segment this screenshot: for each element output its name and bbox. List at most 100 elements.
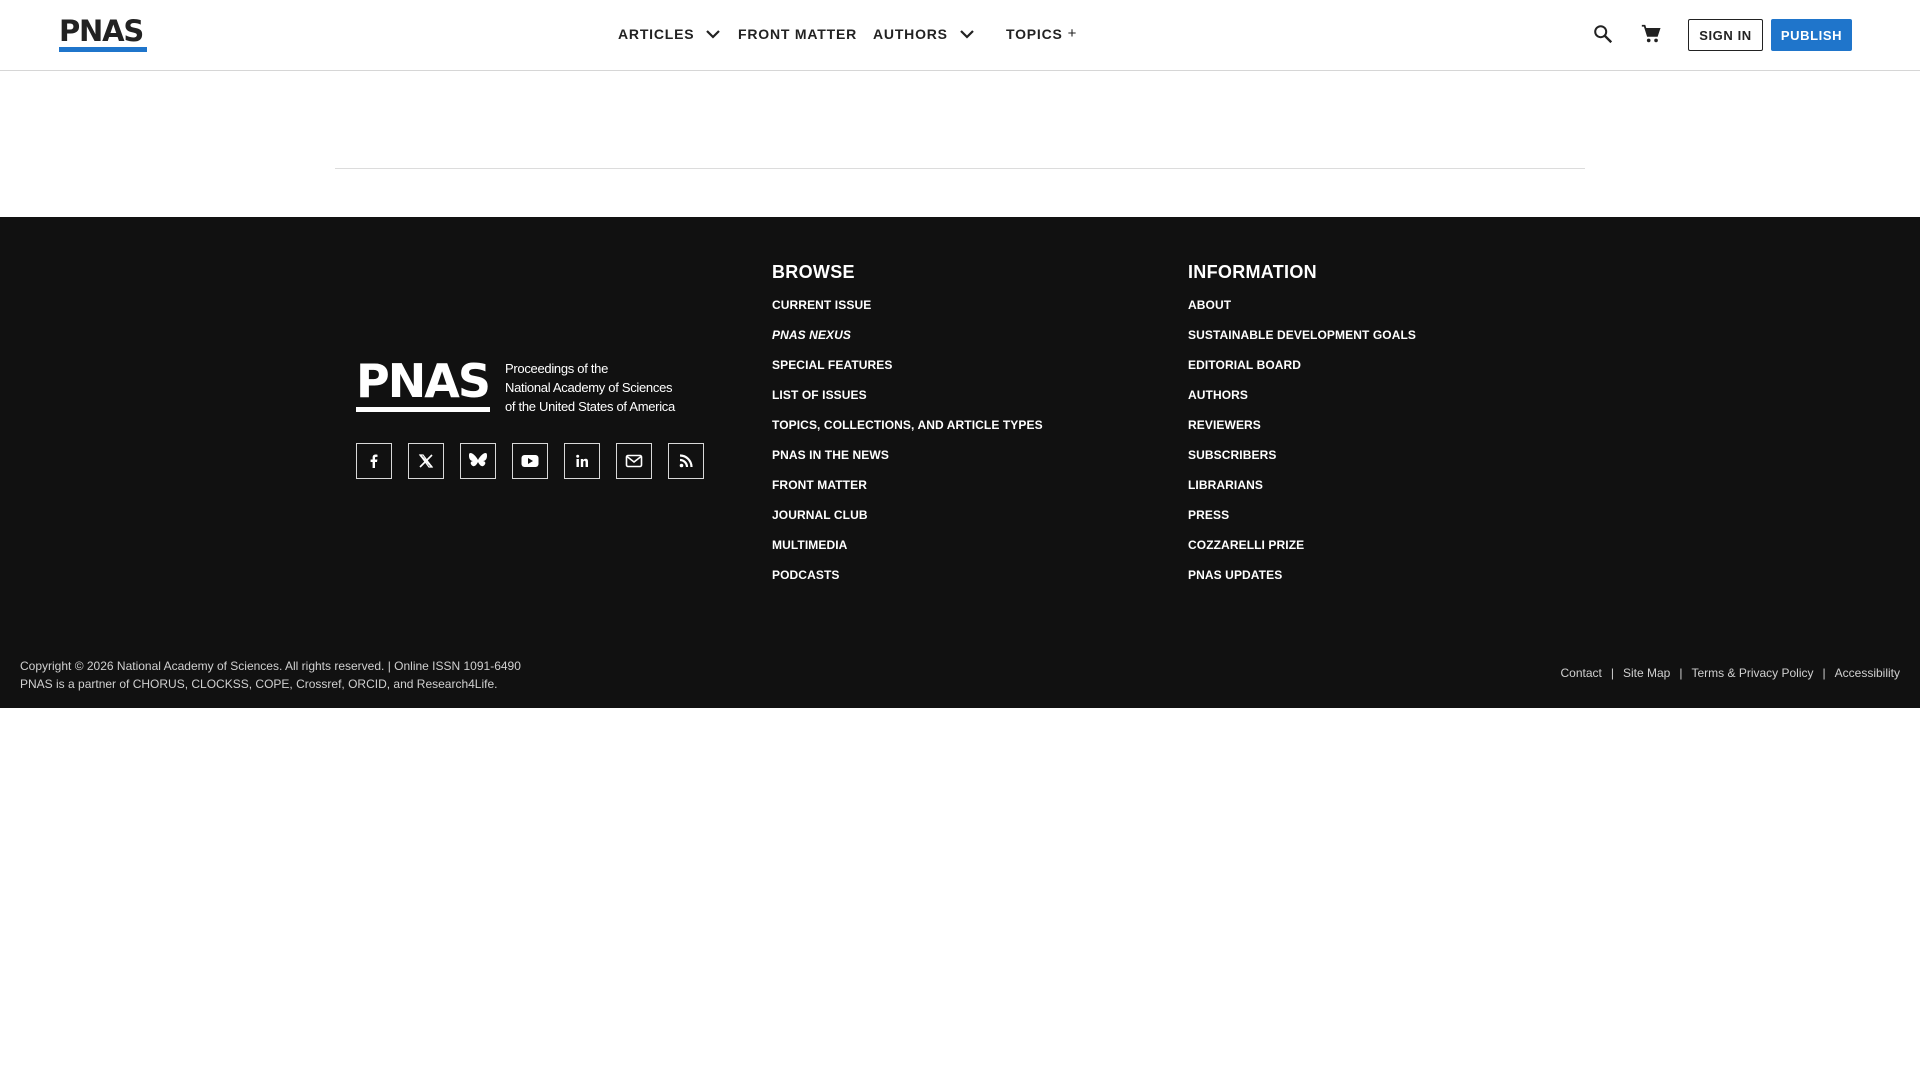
info-link-cozzarelli-prize[interactable]: COZZARELLI PRIZE bbox=[1188, 538, 1304, 552]
footer-logo-tagline: Proceedings of the National Academy of S… bbox=[505, 359, 675, 416]
browse-link-pnas-nexus[interactable]: PNAS NEXUS bbox=[772, 328, 851, 342]
list-item: SUBSCRIBERS bbox=[1188, 448, 1416, 462]
cart-button[interactable] bbox=[1639, 22, 1663, 46]
tagline-line: of the United States of America bbox=[505, 399, 675, 414]
information-column: INFORMATION ABOUT SUSTAINABLE DEVELOPMEN… bbox=[1188, 261, 1416, 598]
cart-icon bbox=[1641, 24, 1661, 43]
list-item: AUTHORS bbox=[1188, 388, 1416, 402]
list-item: PNAS IN THE NEWS bbox=[772, 448, 1043, 462]
bluesky-link[interactable] bbox=[460, 443, 496, 479]
info-link-about[interactable]: ABOUT bbox=[1188, 298, 1231, 312]
x-icon bbox=[418, 454, 434, 468]
information-heading: INFORMATION bbox=[1188, 262, 1317, 282]
youtube-icon bbox=[521, 455, 539, 467]
facebook-link[interactable] bbox=[356, 443, 392, 479]
list-item: PNAS UPDATES bbox=[1188, 568, 1416, 582]
youtube-link[interactable] bbox=[512, 443, 548, 479]
search-icon bbox=[1594, 25, 1613, 44]
list-item: PODCASTS bbox=[772, 568, 1043, 582]
browse-link-current-issue[interactable]: CURRENT ISSUE bbox=[772, 298, 871, 312]
site-header: PNAS ARTICLES FRONT MATTER AUTHORS TOPIC… bbox=[0, 0, 1920, 71]
facebook-icon bbox=[370, 454, 378, 468]
nav-topics-label: TOPICS bbox=[1006, 26, 1063, 42]
rss-icon bbox=[679, 454, 693, 468]
publish-button[interactable]: PUBLISH bbox=[1771, 19, 1852, 51]
legal-links: Contact | Site Map | Terms & Privacy Pol… bbox=[1561, 666, 1900, 680]
nav-front-matter-label: FRONT MATTER bbox=[738, 26, 857, 42]
link-separator: | bbox=[1679, 666, 1683, 680]
nav-authors[interactable]: AUTHORS bbox=[873, 24, 975, 44]
chevron-down-icon bbox=[960, 30, 974, 39]
terms-privacy-link[interactable]: Terms & Privacy Policy bbox=[1691, 666, 1813, 680]
list-item: PRESS bbox=[1188, 508, 1416, 522]
information-links: ABOUT SUSTAINABLE DEVELOPMENT GOALS EDIT… bbox=[1188, 298, 1416, 582]
email-link[interactable] bbox=[616, 443, 652, 479]
info-link-pnas-updates[interactable]: PNAS UPDATES bbox=[1188, 568, 1282, 582]
info-link-librarians[interactable]: LIBRARIANS bbox=[1188, 478, 1263, 492]
nav-topics[interactable]: TOPICS + bbox=[1006, 24, 1077, 44]
list-item: TOPICS, COLLECTIONS, AND ARTICLE TYPES bbox=[772, 418, 1043, 432]
sign-in-button[interactable]: SIGN IN bbox=[1688, 19, 1763, 51]
partners-text: PNAS is a partner of CHORUS, CLOCKSS, CO… bbox=[20, 677, 498, 691]
email-icon bbox=[625, 454, 643, 468]
tagline-line: Proceedings of the bbox=[505, 361, 609, 376]
browse-column: BROWSE CURRENT ISSUE PNAS NEXUS SPECIAL … bbox=[772, 261, 1043, 598]
info-link-sdg[interactable]: SUSTAINABLE DEVELOPMENT GOALS bbox=[1188, 328, 1416, 342]
footer-logo-mark: PNAS bbox=[356, 354, 491, 408]
pnas-footer-logo[interactable]: PNAS Proceedings of the National Academy… bbox=[356, 354, 676, 417]
chevron-down-icon bbox=[706, 30, 721, 39]
list-item: COZZARELLI PRIZE bbox=[1188, 538, 1416, 552]
sub-footer: Copyright © 2026 National Academy of Sci… bbox=[0, 639, 1920, 708]
bluesky-icon bbox=[469, 453, 487, 467]
accessibility-link[interactable]: Accessibility bbox=[1835, 666, 1900, 680]
link-separator: | bbox=[1822, 666, 1826, 680]
list-item: ABOUT bbox=[1188, 298, 1416, 312]
search-button[interactable] bbox=[1591, 22, 1615, 46]
browse-link-journal-club[interactable]: JOURNAL CLUB bbox=[772, 508, 868, 522]
info-link-editorial-board[interactable]: EDITORIAL BOARD bbox=[1188, 358, 1301, 372]
plus-icon: + bbox=[1067, 25, 1078, 42]
browse-link-list-of-issues[interactable]: LIST OF ISSUES bbox=[772, 388, 867, 402]
browse-link-multimedia[interactable]: MULTIMEDIA bbox=[772, 538, 847, 552]
footer-logo-underline bbox=[356, 407, 490, 412]
list-item: SPECIAL FEATURES bbox=[772, 358, 1043, 372]
list-item: FRONT MATTER bbox=[772, 478, 1043, 492]
social-links bbox=[356, 443, 704, 479]
nav-articles[interactable]: ARTICLES bbox=[618, 24, 721, 44]
list-item: EDITORIAL BOARD bbox=[1188, 358, 1416, 372]
list-item: JOURNAL CLUB bbox=[772, 508, 1043, 522]
nav-articles-label: ARTICLES bbox=[618, 26, 695, 42]
contact-link[interactable]: Contact bbox=[1561, 666, 1602, 680]
rss-link[interactable] bbox=[668, 443, 704, 479]
copyright-text: Copyright © 2026 National Academy of Sci… bbox=[20, 659, 521, 673]
site-map-link[interactable]: Site Map bbox=[1623, 666, 1670, 680]
browse-link-special-features[interactable]: SPECIAL FEATURES bbox=[772, 358, 893, 372]
pnas-logo[interactable]: PNAS bbox=[59, 14, 148, 52]
copyright-block: Copyright © 2026 National Academy of Sci… bbox=[20, 657, 521, 693]
x-link[interactable] bbox=[408, 443, 444, 479]
list-item: SUSTAINABLE DEVELOPMENT GOALS bbox=[1188, 328, 1416, 342]
browse-links: CURRENT ISSUE PNAS NEXUS SPECIAL FEATURE… bbox=[772, 298, 1043, 582]
list-item: LIST OF ISSUES bbox=[772, 388, 1043, 402]
linkedin-icon bbox=[576, 454, 588, 467]
linkedin-link[interactable] bbox=[564, 443, 600, 479]
list-item: MULTIMEDIA bbox=[772, 538, 1043, 552]
site-footer: PNAS Proceedings of the National Academy… bbox=[0, 217, 1920, 640]
nav-front-matter[interactable]: FRONT MATTER bbox=[738, 24, 857, 44]
logo-text: PNAS bbox=[59, 14, 144, 48]
content-divider bbox=[335, 168, 1585, 169]
list-item: REVIEWERS bbox=[1188, 418, 1416, 432]
browse-link-front-matter[interactable]: FRONT MATTER bbox=[772, 478, 867, 492]
browse-link-topics[interactable]: TOPICS, COLLECTIONS, AND ARTICLE TYPES bbox=[772, 418, 1043, 432]
browse-heading: BROWSE bbox=[772, 262, 855, 282]
link-separator: | bbox=[1610, 666, 1614, 680]
info-link-press[interactable]: PRESS bbox=[1188, 508, 1229, 522]
browse-link-in-the-news[interactable]: PNAS IN THE NEWS bbox=[772, 448, 889, 462]
info-link-reviewers[interactable]: REVIEWERS bbox=[1188, 418, 1261, 432]
info-link-subscribers[interactable]: SUBSCRIBERS bbox=[1188, 448, 1276, 462]
tagline-line: National Academy of Sciences bbox=[505, 380, 673, 395]
list-item: LIBRARIANS bbox=[1188, 478, 1416, 492]
browse-link-podcasts[interactable]: PODCASTS bbox=[772, 568, 839, 582]
logo-underline bbox=[59, 47, 147, 52]
info-link-authors[interactable]: AUTHORS bbox=[1188, 388, 1248, 402]
